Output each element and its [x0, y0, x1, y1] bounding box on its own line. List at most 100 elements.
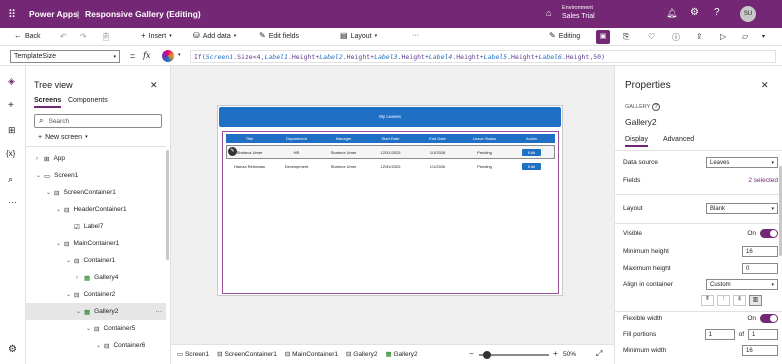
undo-icon[interactable]: ↶: [60, 32, 67, 41]
zoom-level: 50%: [563, 351, 577, 358]
gallery-container[interactable]: Title Department Manager Start Date End …: [222, 131, 559, 294]
new-screen-button[interactable]: + New screen ▾: [38, 134, 88, 141]
app-name: Power Apps: [29, 9, 78, 19]
breadcrumb-item[interactable]: ⊟ ScreenContainer1: [217, 350, 277, 358]
search-box[interactable]: ⌕ Search: [34, 114, 162, 128]
align-bottom-icon[interactable]: ⫫: [733, 295, 746, 306]
environment-name[interactable]: Sales Trial: [562, 13, 595, 20]
fill-portions-row: Fill portions 1 of 1: [623, 329, 778, 340]
tree-item[interactable]: › ⊞ App: [26, 150, 166, 167]
min-height-input[interactable]: 16: [742, 246, 778, 257]
tab-advanced[interactable]: Advanced: [663, 136, 694, 143]
tab-display[interactable]: Display: [625, 136, 648, 147]
align-stretch-icon[interactable]: ▥: [749, 295, 762, 306]
copilot-icon[interactable]: [162, 50, 174, 62]
fill-total-input[interactable]: 1: [748, 329, 778, 340]
help-icon[interactable]: ?: [652, 103, 660, 111]
left-rail: ◈ + ⊞ {x} ⌕ ··· ⚙: [0, 66, 26, 364]
tree-item[interactable]: ⌄ ⊟ Container2: [26, 286, 166, 303]
bell-icon[interactable]: 🔔︎: [666, 8, 677, 19]
zoom-slider-thumb[interactable]: [483, 351, 491, 359]
visible-toggle[interactable]: [760, 229, 778, 238]
align-dropdown[interactable]: Custom ▾: [706, 279, 778, 290]
tree-item[interactable]: ⌄ ▭ Screen1: [26, 167, 166, 184]
chevron-down-icon: ▾: [374, 33, 378, 39]
database-icon[interactable]: ⊞: [8, 125, 16, 136]
edit-button[interactable]: Edit: [522, 148, 541, 156]
tree-item[interactable]: ⌄ ⊟ Container5: [26, 320, 166, 337]
zoom-slider[interactable]: [479, 351, 549, 359]
edit-button[interactable]: Edit: [522, 162, 541, 170]
zoom-out-button[interactable]: −: [469, 349, 474, 358]
close-icon[interactable]: ✕: [150, 80, 158, 91]
zoom-in-button[interactable]: +: [553, 349, 558, 358]
tree-item[interactable]: ⌄ ⊟ MainContainer1: [26, 235, 166, 252]
chevron-down-icon[interactable]: ▾: [178, 52, 181, 58]
column-header: Action: [508, 134, 555, 143]
more-icon[interactable]: ···: [8, 197, 17, 207]
check-icon[interactable]: ♡: [648, 32, 655, 41]
plus-icon: +: [141, 31, 146, 40]
app-screen[interactable]: My Leaves Title Department Manager Start…: [217, 105, 563, 296]
comment-icon[interactable]: ▣: [596, 30, 610, 44]
container-icon: ⊟: [74, 291, 80, 299]
tree-item[interactable]: › ▦ Gallery4: [26, 269, 166, 286]
edit-fields-button[interactable]: ✎ Edit fields: [259, 32, 299, 40]
help-icon[interactable]: ?: [714, 7, 720, 18]
app-launcher-icon[interactable]: ⠿: [8, 8, 16, 21]
tab-components[interactable]: Components: [68, 97, 108, 104]
breadcrumb-item[interactable]: ▦ Gallery2: [385, 350, 417, 358]
app-header[interactable]: My Leaves: [219, 107, 561, 127]
gear-icon[interactable]: ⚙: [690, 7, 699, 18]
tree-item[interactable]: ⌄ ⊟ ScreenContainer1: [26, 184, 166, 201]
tree-item-selected[interactable]: ⌄ ▦ Gallery2 ···: [26, 303, 166, 320]
breadcrumb-item[interactable]: ⊟ Gallery2: [346, 350, 377, 358]
chevron-down-icon[interactable]: ▾: [762, 33, 765, 40]
tree-item[interactable]: ⌄ ⊟ Container6: [26, 337, 166, 354]
property-dropdown[interactable]: TemplateSize ▾: [10, 50, 120, 63]
search-icon[interactable]: ⌕: [8, 174, 13, 185]
flexible-width-toggle[interactable]: [760, 314, 778, 323]
editing-button[interactable]: ✎ Editing: [549, 32, 580, 40]
insert-button[interactable]: + Insert ▾: [141, 32, 172, 40]
redo-icon[interactable]: ↷: [80, 32, 87, 41]
avatar[interactable]: SU: [740, 6, 756, 22]
tree-item[interactable]: ☑ Label7: [26, 218, 166, 235]
plus-icon: +: [38, 134, 43, 141]
back-button[interactable]: ← Back: [14, 32, 41, 40]
tree-item[interactable]: ⌄ ⊟ Container1: [26, 252, 166, 269]
fullscreen-icon[interactable]: ⤢: [596, 349, 602, 359]
save-icon[interactable]: ▱: [742, 32, 748, 41]
formula-input[interactable]: If(Screen1.Size<4,Label1.Height+Label2.H…: [190, 50, 776, 63]
tree-item[interactable]: ⌄ ⊟ HeaderContainer1: [26, 201, 166, 218]
align-middle-icon[interactable]: ⫶: [717, 295, 730, 306]
layout-dropdown[interactable]: Blank ▾: [706, 203, 778, 214]
data-source-dropdown[interactable]: Leaves ▾: [706, 157, 778, 168]
control-name[interactable]: Gallery2: [625, 117, 657, 127]
play-icon[interactable]: ▷: [720, 32, 726, 41]
add-data-button[interactable]: ⛁ Add data ▾: [193, 32, 236, 40]
share-icon[interactable]: ⎘: [623, 32, 629, 42]
publish-icon[interactable]: ⇪: [696, 32, 703, 41]
variables-icon[interactable]: {x}: [6, 149, 15, 158]
fill-portions-input[interactable]: 1: [704, 329, 735, 340]
breadcrumb-item[interactable]: ⊟ MainContainer1: [285, 350, 338, 358]
tab-screens[interactable]: Screens: [34, 97, 62, 108]
tree-scrollbar[interactable]: [166, 150, 169, 260]
max-height-input[interactable]: 0: [742, 263, 778, 274]
more-icon[interactable]: ···: [412, 32, 419, 39]
close-icon[interactable]: ✕: [761, 80, 769, 91]
fields-link[interactable]: 2 selected: [748, 177, 778, 184]
layout-button[interactable]: ▤ Layout ▾: [340, 32, 377, 40]
paste-icon[interactable]: 📋︎: [101, 32, 111, 41]
settings-icon[interactable]: ⚙: [8, 344, 17, 355]
min-width-input[interactable]: 16: [742, 345, 778, 356]
info-icon[interactable]: ⓘ: [672, 32, 680, 43]
layers-icon[interactable]: ◈: [8, 76, 15, 87]
more-icon[interactable]: ···: [156, 308, 163, 315]
column-header: Start Date: [367, 134, 414, 143]
breadcrumb-item[interactable]: ▭ Screen1: [177, 350, 209, 358]
plus-icon[interactable]: +: [8, 100, 14, 111]
gallery-cell: Pending: [477, 163, 492, 169]
align-top-icon[interactable]: ⫪: [701, 295, 714, 306]
